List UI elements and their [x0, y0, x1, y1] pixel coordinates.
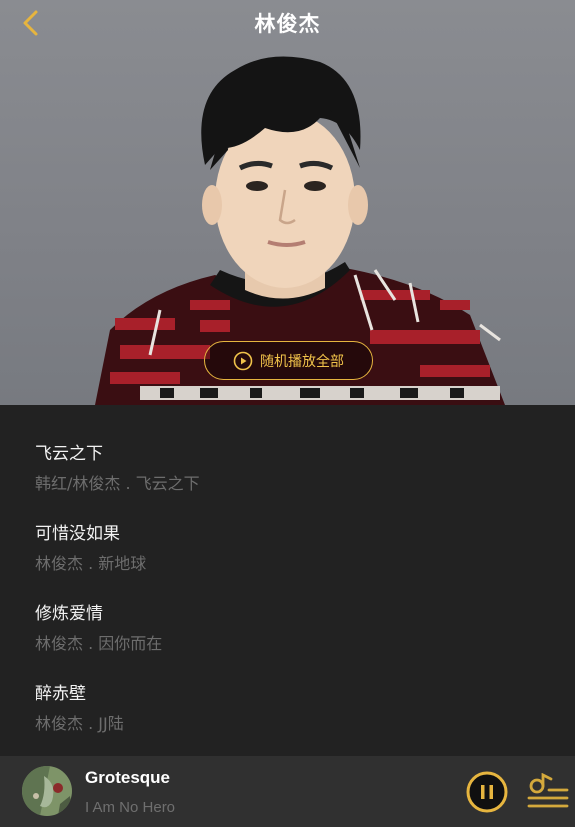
song-item[interactable]: 醉赤壁 林俊杰 . JJ陆: [35, 683, 535, 751]
shuffle-play-all-label: 随机播放全部: [260, 353, 344, 370]
song-item[interactable]: 可惜没如果 林俊杰 . 新地球: [35, 523, 535, 591]
song-list: 飞云之下 韩红/林俊杰 . 飞云之下 可惜没如果 林俊杰 . 新地球 修炼爱情 …: [0, 405, 575, 756]
album-art-image: [22, 766, 72, 816]
album-cover[interactable]: [22, 766, 72, 816]
song-item[interactable]: 修炼爱情 林俊杰 . 因你而在: [35, 603, 535, 671]
now-playing-title: Grotesque: [85, 768, 171, 787]
shuffle-play-all-button[interactable]: 随机播放全部: [204, 341, 373, 380]
song-title: 可惜没如果: [35, 524, 120, 544]
song-title: 飞云之下: [35, 444, 103, 464]
song-meta: 林俊杰 . 新地球: [35, 554, 147, 573]
playlist-icon: [527, 772, 569, 808]
play-circle-icon: [233, 351, 253, 370]
song-meta: 林俊杰 . 因你而在: [35, 634, 163, 653]
song-title: 修炼爱情: [35, 604, 103, 624]
artist-banner: 林俊杰 随机播放全部: [0, 0, 575, 405]
song-title: 醉赤壁: [35, 684, 86, 704]
mini-player: Grotesque I Am No Hero: [0, 756, 575, 827]
now-playing-artist: I Am No Hero: [85, 799, 176, 816]
pause-button[interactable]: [466, 771, 508, 813]
song-meta: 林俊杰 . JJ陆: [35, 714, 124, 733]
song-meta: 韩红/林俊杰 . 飞云之下: [35, 474, 200, 493]
playlist-button[interactable]: [527, 772, 569, 811]
song-item[interactable]: 飞云之下 韩红/林俊杰 . 飞云之下: [35, 443, 535, 511]
page-title: 林俊杰: [254, 12, 321, 36]
pause-icon: [466, 771, 508, 813]
